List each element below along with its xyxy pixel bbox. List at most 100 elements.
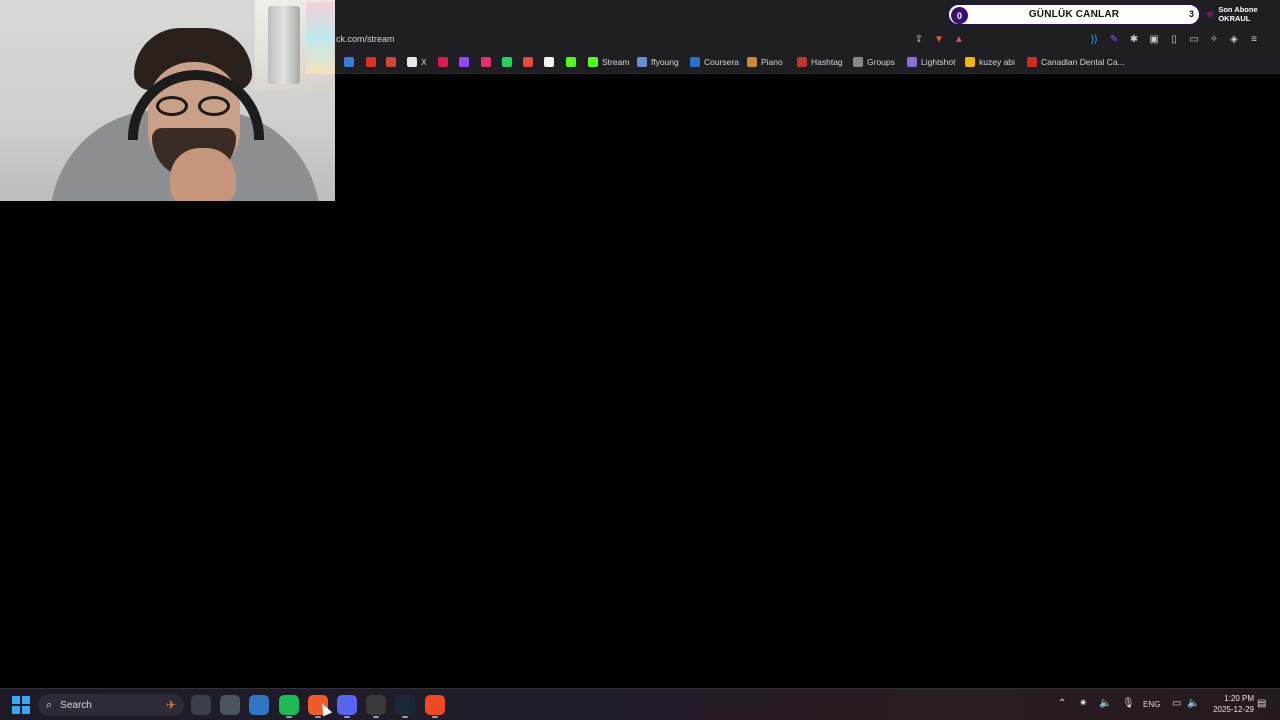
bookmark-item[interactable]: kuzey abi xyxy=(965,57,1015,67)
feather-icon xyxy=(907,57,917,67)
bookmark-item[interactable] xyxy=(566,57,576,67)
bookmark-item[interactable] xyxy=(386,57,396,67)
tab-manager-icon[interactable]: ▣ xyxy=(1147,32,1161,46)
volume-icon[interactable]: 🔈 xyxy=(1099,698,1111,709)
bookmark-item[interactable]: Stream xyxy=(588,57,629,67)
bookmark-label: Hashtag xyxy=(811,57,843,67)
url-text[interactable]: ck.com/stream xyxy=(336,34,395,44)
start-button[interactable] xyxy=(12,696,30,714)
maple-leaf-icon xyxy=(1027,57,1037,67)
spotify-icon[interactable] xyxy=(279,695,299,715)
language-indicator[interactable]: ENG xyxy=(1143,700,1160,709)
bookmark-label: Groups xyxy=(867,57,895,67)
glasses xyxy=(156,96,234,116)
settings-icon[interactable]: ✷ xyxy=(1079,698,1087,709)
coursera-icon xyxy=(690,57,700,67)
discord-icon[interactable] xyxy=(337,695,357,715)
last-sub-title: Son Abone xyxy=(1218,5,1258,14)
bookmark-item[interactable] xyxy=(366,57,376,67)
bookmark-label: Lightshot xyxy=(921,57,956,67)
chevron-up-icon[interactable]: ⌃ xyxy=(1058,698,1066,709)
bookmark-item[interactable] xyxy=(523,57,533,67)
x-icon xyxy=(407,57,417,67)
browser-toolbar: )) ✎ ✱ ▣ ▯ ▭ ✧ ◈ ≡ xyxy=(1087,32,1261,46)
daily-widget-title: GÜNLÜK CANLAR xyxy=(1028,9,1120,20)
bookmark-item[interactable] xyxy=(502,57,512,67)
bookmark-label: Canadian Dental Ca... xyxy=(1041,57,1125,67)
bookmark-item[interactable]: Coursera xyxy=(690,57,739,67)
taskbar-clock[interactable]: 1:20 PM 2025-12-29 xyxy=(1204,693,1254,715)
last-sub-name: OKRAUL xyxy=(1218,14,1251,23)
tumblr-icon xyxy=(523,57,533,67)
bookmark-label: ffyoung xyxy=(651,57,679,67)
bookmark-item[interactable]: Lightshot xyxy=(907,57,956,67)
running-indicator xyxy=(315,716,321,718)
bookmark-item[interactable]: X xyxy=(407,57,427,67)
bookmark-label: Piano xyxy=(761,57,783,67)
search-label: Search xyxy=(60,699,92,711)
bookmark-label: X xyxy=(421,57,427,67)
file-explorer-icon[interactable] xyxy=(191,695,211,715)
groups-icon xyxy=(853,57,863,67)
wallet-icon[interactable]: ▭ xyxy=(1187,32,1201,46)
acoustic-panel xyxy=(268,6,300,84)
audio-icon[interactable]: )) xyxy=(1087,32,1101,46)
extensions-icon[interactable]: ✱ xyxy=(1127,32,1141,46)
bookmark-item[interactable]: ffyoung xyxy=(637,57,679,67)
piano-icon xyxy=(747,57,757,67)
hand xyxy=(170,148,236,201)
instagram-icon xyxy=(481,57,491,67)
ea-icon[interactable] xyxy=(425,695,445,715)
clock-time: 1:20 PM xyxy=(1224,694,1254,703)
speaker-icon[interactable]: 🔈 xyxy=(1187,698,1199,709)
steam-icon[interactable] xyxy=(395,695,415,715)
vpn-icon[interactable]: ◈ xyxy=(1227,32,1241,46)
bookmark-item[interactable]: Canadian Dental Ca... xyxy=(1027,57,1125,67)
webcam-overlay xyxy=(0,0,335,201)
bookmark-label: Coursera xyxy=(704,57,739,67)
taskbar-search[interactable]: ⌕ Search ✈ xyxy=(38,694,184,716)
running-indicator xyxy=(402,716,408,718)
amazon-icon xyxy=(544,57,554,67)
share-icon[interactable]: ⇪ xyxy=(912,32,926,46)
bookmark-item[interactable] xyxy=(544,57,554,67)
bookmark-item[interactable]: Hashtag xyxy=(797,57,843,67)
bookmark-item[interactable]: Piano xyxy=(747,57,783,67)
brave-shields-icon[interactable]: ▼ xyxy=(932,32,946,46)
bookmark-item[interactable]: Groups xyxy=(853,57,895,67)
notepad-icon[interactable] xyxy=(220,695,240,715)
twitch-icon xyxy=(459,57,469,67)
clock-date: 2025-12-29 xyxy=(1213,705,1254,714)
daily-hearts-widget: 0 GÜNLÜK CANLAR 3 xyxy=(947,3,1201,26)
opera-icon xyxy=(438,57,448,67)
drive-icon xyxy=(965,57,975,67)
running-indicator xyxy=(432,716,438,718)
leo-ai-icon[interactable]: ✧ xyxy=(1207,32,1221,46)
desktop-screen: ck.com/stream ⇪ ▼ ▲ )) ✎ ✱ ▣ ▯ ▭ ✧ ◈ ≡ X… xyxy=(0,0,1280,720)
bookmark-item[interactable] xyxy=(438,57,448,67)
sidebar-icon[interactable]: ▯ xyxy=(1167,32,1181,46)
daily-right-count: 3 xyxy=(1188,9,1194,19)
notifications-icon[interactable]: ▤ xyxy=(1257,698,1266,709)
pen-icon[interactable]: ✎ xyxy=(1107,32,1121,46)
obs-icon[interactable] xyxy=(366,695,386,715)
running-indicator xyxy=(373,716,379,718)
microphone-icon[interactable]: 🎙 xyxy=(1122,698,1135,709)
kick-icon xyxy=(588,57,598,67)
bookmark-item[interactable] xyxy=(459,57,469,67)
running-indicator xyxy=(344,716,350,718)
rgb-light-panel xyxy=(306,2,334,74)
kick-icon xyxy=(566,57,576,67)
search-highlight-icon: ✈ xyxy=(165,698,176,712)
bookmark-label: Stream xyxy=(602,57,630,67)
daily-left-count: 0 xyxy=(951,7,968,24)
network-icon[interactable]: ▭ xyxy=(1172,698,1181,709)
brave-rewards-icon[interactable]: ▲ xyxy=(952,32,966,46)
menu-icon[interactable]: ≡ xyxy=(1247,32,1261,46)
photos-icon[interactable] xyxy=(249,695,269,715)
link-icon xyxy=(637,57,647,67)
gmail-icon xyxy=(386,57,396,67)
bookmark-item[interactable] xyxy=(481,57,491,67)
bookmark-item[interactable] xyxy=(344,57,354,67)
address-actions: ⇪ ▼ ▲ xyxy=(912,32,966,46)
